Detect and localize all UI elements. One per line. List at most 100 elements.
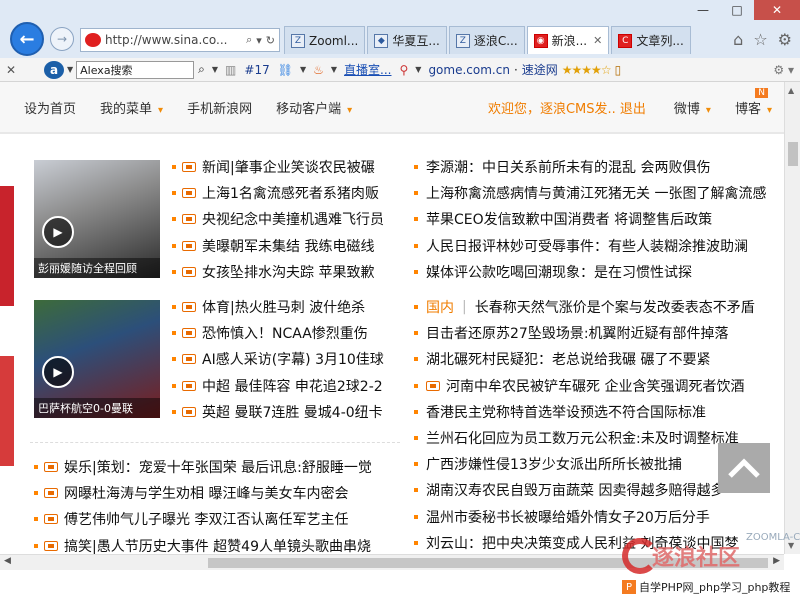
list-item[interactable]: 中超 最佳阵容 申花追2球2-2 xyxy=(172,373,384,399)
news-link[interactable]: 央视纪念中美撞机遇难飞行员 xyxy=(202,209,384,229)
scroll-left-icon[interactable]: ◀ xyxy=(4,556,11,566)
news-link[interactable]: 美曝朝军未集结 我练电磁线 xyxy=(202,236,374,256)
video-thumbnail[interactable]: ▶ 巴萨杯航空0-0曼联 xyxy=(34,300,160,418)
news-link[interactable]: 香港民主党称特首选举设预选不符合国际标准 xyxy=(426,402,706,422)
list-item[interactable]: 傅艺伟帅气儿子曝光 李双江否认离任军艺主任 xyxy=(34,506,372,532)
news-link[interactable]: 湖南汉寿农民自毁万亩蔬菜 因卖得越多赔得越多 xyxy=(426,480,724,500)
news-link[interactable]: 新闻|肇事企业笑谈农民被碾 xyxy=(202,157,375,177)
news-link[interactable]: 体育|热火胜马刺 波什绝杀 xyxy=(202,297,365,317)
news-link[interactable]: 河南中牟农民被铲车碾死 企业含笑强调死者饮酒 xyxy=(446,376,744,396)
news-link[interactable]: 上海称禽流感病情与黄浦江死猪无关 一张图了解禽流感 xyxy=(426,183,766,203)
chevron-down-icon[interactable]: ▾ xyxy=(256,34,262,47)
magnifier-icon[interactable]: ⚲ xyxy=(399,63,408,77)
list-item[interactable]: AI感人采访(字幕) 3月10佳球 xyxy=(172,346,384,372)
list-item[interactable]: 网曝杜海涛与学生劝相 曝汪峰与美女车内密会 xyxy=(34,480,372,506)
settings-gear-icon[interactable]: ⚙ ▾ xyxy=(773,63,794,77)
news-link[interactable]: 李源潮：中日关系前所未有的混乱 会两败俱伤 xyxy=(426,157,710,177)
tab-article-list[interactable]: C 文章列... xyxy=(611,26,691,54)
alexa-search-input[interactable]: Alexa搜索 xyxy=(76,60,195,79)
news-link[interactable]: 温州市委秘书长被曝给婚外情女子20万后分手 xyxy=(426,507,710,527)
nav-blog[interactable]: 博客 ▾ xyxy=(735,98,772,117)
back-to-top-button[interactable] xyxy=(718,443,770,493)
list-item[interactable]: 国内 | 长春称天然气涨价是个案与发改委表态不矛盾 xyxy=(414,294,755,320)
scrollbar-thumb[interactable] xyxy=(788,142,798,166)
news-link[interactable]: 女孩坠排水沟夫踪 苹果致歉 xyxy=(202,262,374,282)
search-icon[interactable]: ⌕ xyxy=(246,33,252,47)
address-bar[interactable]: http://www.sina.co... ⌕ ▾ ↻ xyxy=(80,28,280,52)
news-link[interactable]: 长春称天然气涨价是个案与发改委表态不矛盾 xyxy=(475,297,755,317)
news-link[interactable]: 英超 曼联7连胜 曼城4-0纽卡 xyxy=(202,402,383,422)
nav-weibo[interactable]: 微博 ▾ xyxy=(674,98,711,117)
close-toolbar-icon[interactable]: ✕ xyxy=(0,63,22,77)
news-link[interactable]: AI感人采访(字幕) 3月10佳球 xyxy=(202,349,384,369)
close-tab-icon[interactable]: ✕ xyxy=(593,34,602,47)
tab-zhulang[interactable]: Z 逐浪C... xyxy=(448,26,525,54)
news-link[interactable]: 恐怖慎入！NCAA惨烈重伤 xyxy=(202,323,368,343)
home-icon[interactable]: ⌂ xyxy=(733,30,743,49)
refresh-icon[interactable]: ↻ xyxy=(266,34,275,47)
chevron-down-icon[interactable]: ▼ xyxy=(415,65,421,74)
news-link[interactable]: 目击者还原苏27坠毁场景:机翼附近疑有部件掉落 xyxy=(426,323,729,343)
news-link[interactable]: 人民日报评林妙可受辱事件：有些人装糊涂推波助澜 xyxy=(426,236,748,256)
fire-icon[interactable]: ♨ xyxy=(313,63,324,77)
list-item[interactable]: 目击者还原苏27坠毁场景:机翼附近疑有部件掉落 xyxy=(414,320,755,346)
domain-name[interactable]: 速途网 xyxy=(522,61,558,78)
favorites-star-icon[interactable]: ☆ xyxy=(753,30,767,49)
minimize-button[interactable]: — xyxy=(686,0,720,20)
chevron-down-icon[interactable]: ▼ xyxy=(300,65,306,74)
news-link[interactable]: 兰州石化回应为员工数万元公积金:未及时调整标准 xyxy=(426,428,739,448)
alexa-icon[interactable]: a xyxy=(44,60,64,79)
list-item[interactable]: 香港民主党称特首选举设预选不符合国际标准 xyxy=(414,399,755,425)
news-link[interactable]: 湖北碾死村民疑犯：老总说给我碾 碾了不要紧 xyxy=(426,349,710,369)
news-link[interactable]: 中超 最佳阵容 申花追2球2-2 xyxy=(202,376,383,396)
list-item[interactable]: 女孩坠排水沟夫踪 苹果致歉 xyxy=(172,259,384,285)
video-thumbnail[interactable]: ▶ 彭丽媛随访全程回顾 xyxy=(34,160,160,278)
list-item[interactable]: 新闻|肇事企业笑谈农民被碾 xyxy=(172,154,384,180)
domain-text[interactable]: gome.com.cn xyxy=(428,63,510,77)
scroll-up-icon[interactable]: ▲ xyxy=(788,86,794,95)
address-url[interactable]: http://www.sina.co... xyxy=(105,33,242,47)
search-icon[interactable]: ⌕ xyxy=(198,62,205,77)
play-icon[interactable]: ▶ xyxy=(42,216,74,248)
list-item[interactable]: 美曝朝军未集结 我练电磁线 xyxy=(172,233,384,259)
news-link[interactable]: 媒体评公款吃喝回潮现象：是在习惯性试探 xyxy=(426,262,692,282)
tab-sina[interactable]: ◉ 新浪... ✕ xyxy=(526,26,610,54)
chevron-down-icon[interactable]: ▼ xyxy=(212,65,218,74)
list-item[interactable]: 恐怖慎入！NCAA惨烈重伤 xyxy=(172,320,384,346)
nav-set-homepage[interactable]: 设为首页 xyxy=(24,98,76,117)
list-item[interactable]: 兰州石化回应为员工数万元公积金:未及时调整标准 xyxy=(414,425,755,451)
gear-icon[interactable]: ⚙ xyxy=(778,30,792,49)
rank-chart-icon[interactable]: ▥ xyxy=(225,63,236,77)
chevron-down-icon[interactable]: ▼ xyxy=(67,65,73,74)
close-window-button[interactable]: ✕ xyxy=(754,0,800,20)
nav-mobile-sina[interactable]: 手机新浪网 xyxy=(187,98,252,117)
welcome-logout-link[interactable]: 欢迎您，逐浪CMS发.. 退出 xyxy=(488,98,646,117)
forward-button[interactable]: → xyxy=(50,27,74,51)
notebook-icon[interactable]: ▯ xyxy=(615,63,622,77)
list-item[interactable]: 娱乐|策划：宠爱十年张国荣 最后讯息:舒服睡一觉 xyxy=(34,454,372,480)
news-link[interactable]: 广西涉嫌性侵13岁少女派出所所长被批捕 xyxy=(426,454,682,474)
list-item[interactable]: 上海1名禽流感死者系猪肉贩 xyxy=(172,180,384,206)
list-item[interactable]: 搞笑|愚人节历史大事件 超赞49人单镜头歌曲串烧 xyxy=(34,533,372,554)
nav-mobile-client[interactable]: 移动客户端 ▾ xyxy=(276,98,352,117)
maximize-button[interactable]: □ xyxy=(720,0,754,20)
zhibo-link[interactable]: 直播室... xyxy=(344,61,391,78)
list-item[interactable]: 李源潮：中日关系前所未有的混乱 会两败俱伤 xyxy=(414,154,766,180)
list-item[interactable]: 苹果CEO发信致歉中国消费者 将调整售后政策 xyxy=(414,206,766,232)
back-button[interactable]: ← xyxy=(10,22,44,56)
news-link[interactable]: 上海1名禽流感死者系猪肉贩 xyxy=(202,183,379,203)
news-link[interactable]: 娱乐|策划：宠爱十年张国荣 最后讯息:舒服睡一觉 xyxy=(64,457,372,477)
list-item[interactable]: 广西涉嫌性侵13岁少女派出所所长被批捕 xyxy=(414,451,755,477)
news-link[interactable]: 傅艺伟帅气儿子曝光 李双江否认离任军艺主任 xyxy=(64,509,348,529)
rank-value[interactable]: #17 xyxy=(244,63,269,77)
news-link[interactable]: 网曝杜海涛与学生劝相 曝汪峰与美女车内密会 xyxy=(64,483,348,503)
nav-my-menu[interactable]: 我的菜单 ▾ xyxy=(100,98,163,117)
list-item[interactable]: 央视纪念中美撞机遇难飞行员 xyxy=(172,206,384,232)
list-item[interactable]: 河南中牟农民被铲车碾死 企业含笑强调死者饮酒 xyxy=(414,373,755,399)
list-item[interactable]: 英超 曼联7连胜 曼城4-0纽卡 xyxy=(172,399,384,425)
section-tag[interactable]: 国内 xyxy=(426,297,454,317)
list-item[interactable]: 人民日报评林妙可受辱事件：有些人装糊涂推波助澜 xyxy=(414,233,766,259)
list-item[interactable]: 湖北碾死村民疑犯：老总说给我碾 碾了不要紧 xyxy=(414,346,755,372)
list-item[interactable]: 温州市委秘书长被曝给婚外情女子20万后分手 xyxy=(414,504,755,530)
link-icon[interactable]: ⛓ xyxy=(278,63,293,77)
